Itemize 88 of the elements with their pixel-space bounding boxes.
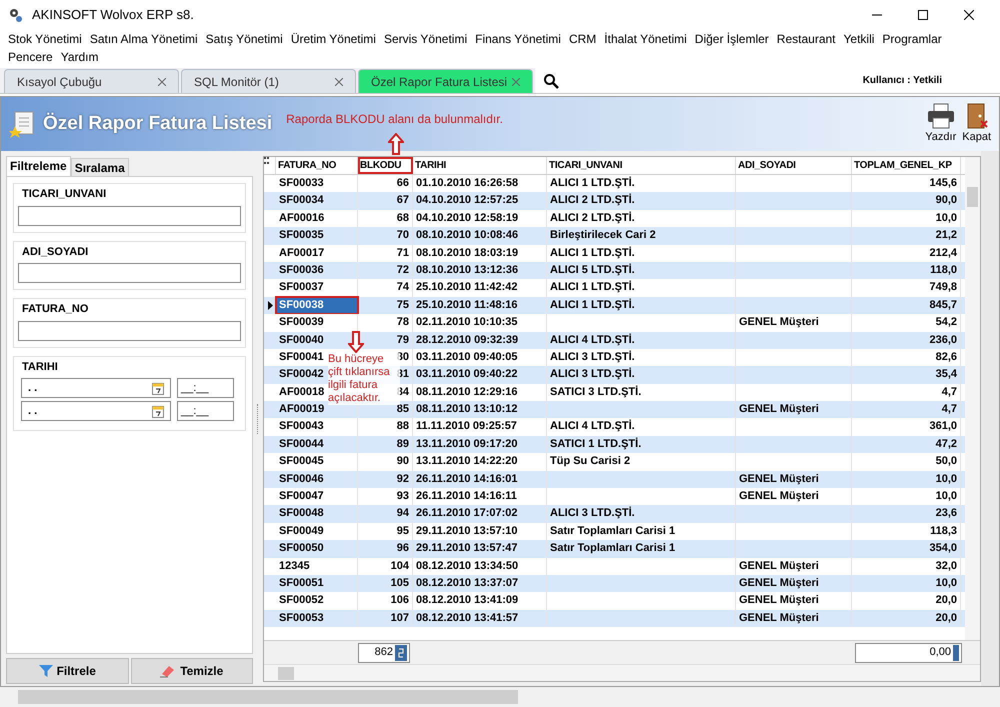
table-row[interactable]: SF00046 92 26.11.2010 14:16:01 GENEL Müşteri 10,0 (264, 470, 965, 488)
filter-panel-button[interactable]: Temizle (130, 658, 253, 684)
filter-tab[interactable]: Filtreleme (6, 156, 71, 176)
door-icon (964, 102, 989, 129)
date-field[interactable]: . . (21, 378, 171, 398)
time-field[interactable]: __:__ (177, 378, 234, 398)
document-tab[interactable]: Kısayol Çubuğu (4, 69, 179, 93)
filter-label: TARIHI (22, 360, 59, 374)
filter-input[interactable] (18, 320, 241, 340)
menu-item[interactable]: Satın Alma Yönetimi (86, 30, 202, 48)
close-icon (964, 10, 974, 20)
report-icon (9, 110, 35, 138)
bottom-scrollbar[interactable] (0, 687, 1000, 707)
window-title: AKINSOFT Wolvox ERP s8. (32, 6, 194, 24)
grip-icon (264, 157, 269, 164)
column-header[interactable]: TOPLAM_GENEL_KP (852, 157, 961, 174)
column-header[interactable]: TARIHI (413, 157, 547, 174)
page-title: Özel Rapor Fatura Listesi (43, 112, 272, 136)
time-field[interactable]: __:__ (177, 401, 234, 421)
table-row[interactable]: SF00050 96 29.11.2010 13:57:47 Satır Toplamları Carisi 1 354,0 (264, 540, 965, 558)
table-cell: SF00053 (276, 610, 358, 628)
menu-item[interactable]: Programlar (878, 30, 946, 48)
user-label: Kullanıcı : Yetkili (862, 74, 942, 88)
app-logo-icon (8, 7, 24, 23)
column-header[interactable]: TICARI_UNVANI (547, 157, 736, 174)
table-row[interactable]: SF00038 75 25.10.2010 11:48:16 ALICI 1 LTD.ŞTİ. 845,7 (264, 296, 965, 314)
toolbar-button[interactable]: Yazdır (925, 102, 956, 146)
menu-item[interactable]: CRM (564, 30, 600, 48)
sum-icon[interactable] (953, 644, 959, 660)
outer-vertical-scrollbar[interactable] (981, 151, 999, 686)
table-row[interactable]: SF00053 107 08.12.2010 13:41:57 GENEL Müşteri 20,0 (264, 610, 965, 628)
document-tab[interactable]: SQL Monitör (1) (181, 69, 356, 93)
table-row[interactable]: SF00044 89 13.11.2010 09:17:20 SATICI 1 LTD.ŞTİ. 47,2 (264, 436, 965, 454)
column-header[interactable]: ADI_SOYADI (736, 157, 852, 174)
menu-item[interactable]: Yetkili (840, 30, 878, 48)
table-cell: 20,0 (852, 610, 961, 628)
vertical-scrollbar[interactable] (965, 157, 980, 640)
count-field: 862 (358, 642, 410, 662)
close-tab-icon[interactable] (512, 78, 520, 86)
menu-item[interactable]: Servis Yönetimi (380, 30, 472, 48)
total-field: 0,00 (855, 642, 962, 662)
table-row[interactable]: AF00017 71 08.10.2010 18:03:19 ALICI 1 LTD.ŞTİ. 212,4 (264, 244, 965, 262)
table-cell: 107 (358, 610, 413, 628)
menu-item[interactable]: Pencere (4, 48, 57, 66)
calendar-icon[interactable] (152, 382, 164, 394)
menu-item[interactable]: Finans Yönetimi (471, 30, 565, 48)
table-row[interactable]: SF00035 70 08.10.2010 10:08:46 Birleştirilecek Cari 2 21,2 (264, 227, 965, 245)
filter-input[interactable] (18, 263, 241, 283)
search-icon[interactable] (543, 72, 559, 88)
close-tab-icon[interactable] (335, 78, 343, 86)
column-header[interactable]: FATURA_NO (276, 157, 358, 174)
funnel-icon (38, 664, 53, 678)
table-row[interactable]: SF00047 93 26.11.2010 14:16:11 GENEL Müşteri 10,0 (264, 488, 965, 506)
menu-item[interactable]: Satış Yönetimi (202, 30, 287, 48)
table-cell: 08.12.2010 13:41:57 (413, 610, 547, 628)
calendar-icon[interactable] (152, 404, 164, 418)
horizontal-scrollbar[interactable] (264, 664, 980, 681)
printer-icon (926, 102, 955, 129)
date-field[interactable]: . . (21, 401, 171, 421)
annotation-note: Raporda BLKODU alanı da bulunmalıdır. (286, 111, 503, 128)
filter-label: FATURA_NO (22, 302, 90, 317)
table-cell: SF00038 (276, 296, 358, 314)
filter-panel-button[interactable]: Filtrele (6, 658, 128, 684)
menu-item[interactable]: Restaurant (772, 30, 840, 48)
filter-label: ADI_SOYADI (22, 244, 90, 260)
menu-item[interactable]: Yardım (56, 48, 102, 66)
filter-input[interactable] (18, 206, 241, 226)
filter-tab[interactable]: Sıralama (70, 158, 129, 176)
table-row[interactable]: SF00036 72 08.10.2010 13:12:36 ALICI 5 LTD.ŞTİ. 118,0 (264, 262, 965, 280)
sum-icon[interactable] (395, 644, 407, 660)
menu-item[interactable]: Üretim Yönetimi (286, 30, 380, 48)
menu-item[interactable]: İthalat Yönetimi (600, 30, 691, 48)
document-tab[interactable]: Özel Rapor Fatura Listesi (358, 69, 533, 93)
column-header[interactable]: BLKODU (358, 157, 413, 174)
menu-item[interactable]: Stok Yönetimi (4, 30, 86, 48)
filter-label: TICARI_UNVANI (22, 187, 108, 202)
row-pointer-icon (268, 300, 272, 310)
table-row[interactable]: SF00034 67 04.10.2010 12:57:25 ALICI 2 LTD.ŞTİ. 90,0 (264, 192, 965, 210)
table-row[interactable]: SF00048 94 26.11.2010 17:07:02 ALICI 3 LTD.ŞTİ. 23,6 (264, 505, 965, 523)
menu-item[interactable]: Diğer İşlemler (690, 30, 773, 48)
close-tab-icon[interactable] (158, 78, 166, 86)
toolbar-button[interactable]: Kapat (962, 102, 991, 146)
table-row[interactable]: SF00051 105 08.12.2010 13:37:07 GENEL Müşteri 10,0 (264, 574, 965, 592)
eraser-icon (160, 664, 176, 678)
maximize-icon (918, 10, 928, 20)
table-row[interactable]: SF00040 79 28.12.2010 09:32:39 ALICI 4 LTD.ŞTİ. 236,0 (264, 332, 965, 349)
table-cell: GENEL Müşteri (736, 610, 852, 628)
table-row[interactable]: 12345 104 08.12.2010 13:34:50 GENEL Müşteri 32,0 (264, 558, 965, 575)
